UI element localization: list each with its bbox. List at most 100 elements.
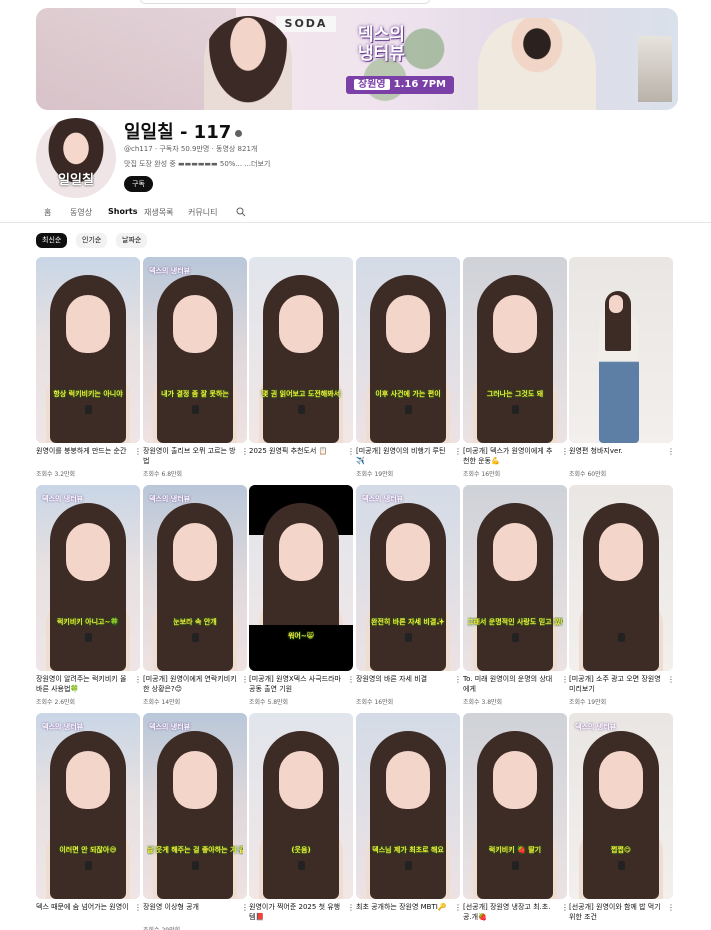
- short-thumbnail[interactable]: 그러나는 그것도 돼: [463, 257, 567, 443]
- channel-banner: SODA 덱스의 냉터뷰 장원영 1.16 7PM: [36, 8, 678, 110]
- short-thumbnail[interactable]: 덱스님 제가 최초로 해요: [356, 713, 460, 899]
- tab-community[interactable]: 커뮤니티: [188, 207, 217, 218]
- more-options-icon[interactable]: ⋮: [667, 675, 675, 685]
- short-card[interactable]: [미공개] 소주 광고 오면 장원영 미리보기 조회수 19만회 ⋮: [569, 485, 675, 706]
- short-card[interactable]: 원영편 청바지ver. 조회수 60만회 ⋮: [569, 257, 675, 478]
- short-title[interactable]: 최초 공개하는 장원영 MBTI🔑: [356, 902, 450, 912]
- short-card[interactable]: 덱스의 냉터뷰 쩝쩝😋 [선공개] 원영이와 함께 밥 먹기 위한 조건 ⋮: [569, 713, 675, 930]
- channel-description[interactable]: 맛집 도장 완성 중 ▬▬▬▬▬▬ 50%... ...더보기: [124, 159, 270, 169]
- chip-popular[interactable]: 인기순: [76, 233, 108, 248]
- short-card[interactable]: 몇 권 읽어보고 도전해봐서 2025 원영픽 추천도서 📋 ⋮: [249, 257, 355, 475]
- short-title[interactable]: 장원영 이상형 공개: [143, 902, 237, 912]
- short-thumbnail[interactable]: 덱스의 냉터뷰 눈보라 속 안개: [143, 485, 247, 671]
- more-options-icon[interactable]: ⋮: [241, 675, 249, 685]
- short-card[interactable]: 그래서 운명적인 사랑도 믿고 있어 To. 미래 원영이의 운명의 상대에게조회…: [463, 485, 569, 706]
- short-thumbnail[interactable]: [569, 485, 673, 671]
- short-thumbnail[interactable]: 몇 권 읽어보고 도전해봐서: [249, 257, 353, 443]
- more-options-icon[interactable]: ⋮: [134, 675, 142, 685]
- avatar-caption: 일일칠: [58, 173, 94, 188]
- short-title[interactable]: 장원영의 바른 자세 비결: [356, 674, 450, 684]
- short-views: 조회수 16만회: [463, 471, 501, 478]
- short-thumbnail[interactable]: [569, 257, 673, 443]
- more-options-icon[interactable]: ⋮: [561, 675, 569, 685]
- short-views: 조회수 3.8만회: [463, 699, 503, 706]
- tab-videos[interactable]: 동영상: [70, 207, 92, 218]
- short-card[interactable]: 덱스의 냉터뷰 눈보라 속 안개 [미공개] 원영이에게 연락키비키한 상황은?😊 조…: [143, 485, 249, 706]
- short-caption: 그러나는 그것도 돼: [486, 390, 544, 398]
- short-card[interactable]: (웃음) 원영이가 찍어준 2025 첫 유행템📕 ⋮: [249, 713, 355, 930]
- subscribe-button[interactable]: 구독: [124, 176, 153, 192]
- tab-playlists[interactable]: 재생목록: [144, 207, 173, 218]
- short-thumbnail[interactable]: 덱스의 냉터뷰 럭키비키 아니고~🍀: [36, 485, 140, 671]
- more-options-icon[interactable]: ⋮: [347, 903, 355, 913]
- short-card[interactable]: 항상 럭키비키는 아니야 원영이를 붕붕하게 만드는 순간 조회수 3.2만회 ⋮: [36, 257, 142, 478]
- channel-title: 일일칠 - 117: [124, 118, 243, 144]
- short-title[interactable]: 원영이를 붕붕하게 만드는 순간: [36, 446, 130, 456]
- short-title[interactable]: 원영이가 찍어준 2025 첫 유행템📕: [249, 902, 343, 922]
- chip-oldest[interactable]: 날짜순: [116, 233, 148, 248]
- more-options-icon[interactable]: ⋮: [134, 903, 142, 913]
- short-title[interactable]: 장원영이 출리브 오뮈 고르는 방법: [143, 446, 237, 466]
- short-views: 조회수 6.8만회: [143, 471, 183, 478]
- short-title[interactable]: 장원영이 알려주는 럭키비키 올바른 사용법🍀: [36, 674, 130, 694]
- short-title[interactable]: [미공개] 원영이에게 연락키비키한 상황은?😊: [143, 674, 237, 694]
- more-options-icon[interactable]: ⋮: [241, 447, 249, 457]
- short-thumbnail[interactable]: 럭키비키 🍓 딸기: [463, 713, 567, 899]
- short-title[interactable]: 덱스 때문에 숨 넘어가는 원영이: [36, 902, 130, 912]
- short-card[interactable]: 덱스의 냉터뷰 내가 결정 좀 잘 못하는장원영이 출리브 오뮈 고르는 방법조회…: [143, 257, 249, 478]
- short-thumbnail[interactable]: 덱스의 냉터뷰 내가 결정 좀 잘 못하는: [143, 257, 247, 443]
- tab-shorts[interactable]: Shorts: [108, 207, 137, 216]
- short-card[interactable]: 워어~😸 [미공개] 원영X덱스 사극드라마 공동 출연 기원 조회수 5.8만회 ⋮: [249, 485, 355, 706]
- banner-logo: 덱스의 냉터뷰: [358, 25, 405, 64]
- search-icon[interactable]: [236, 207, 246, 217]
- short-card[interactable]: 덱스의 냉터뷰 이러면 안 되잖아😅 덱스 때문에 숨 넘어가는 원영이 ⋮: [36, 713, 142, 930]
- avatar[interactable]: 일일칠: [36, 118, 116, 198]
- more-options-icon[interactable]: ⋮: [454, 447, 462, 457]
- short-title[interactable]: [선공개] 원영이와 함께 밥 먹기 위한 조건: [569, 902, 663, 922]
- short-thumbnail[interactable]: 덱스의 냉터뷰 날 웃게 해주는 걸 좋아하는 거 같아: [143, 713, 247, 899]
- short-thumbnail[interactable]: 그래서 운명적인 사랑도 믿고 있어: [463, 485, 567, 671]
- more-options-icon[interactable]: ⋮: [347, 675, 355, 685]
- short-thumbnail[interactable]: 덱스의 냉터뷰 완전히 바른 자세 비결✨: [356, 485, 460, 671]
- short-title[interactable]: [미공개] 덱스가 원영이에게 추천한 운동💪: [463, 446, 557, 466]
- short-card[interactable]: 그러나는 그것도 돼 [미공개] 덱스가 원영이에게 추천한 운동💪 조회수 16만…: [463, 257, 569, 478]
- short-thumbnail[interactable]: 덱스의 냉터뷰 이러면 안 되잖아😅: [36, 713, 140, 899]
- banner-tower: [638, 36, 672, 102]
- short-title[interactable]: [선공개] 장원영 냉장고 최.초.공.개🍓: [463, 902, 557, 922]
- short-views: 조회수 60만회: [569, 471, 607, 478]
- short-title[interactable]: To. 미래 원영이의 운명의 상대에게: [463, 674, 557, 694]
- short-thumbnail[interactable]: 덱스의 냉터뷰 쩝쩝😋: [569, 713, 673, 899]
- more-options-icon[interactable]: ⋮: [134, 447, 142, 457]
- short-card[interactable]: 럭키비키 🍓 딸기 [선공개] 장원영 냉장고 최.초.공.개🍓 ⋮: [463, 713, 569, 930]
- short-title[interactable]: [미공개] 원영X덱스 사극드라마 공동 출연 기원: [249, 674, 343, 694]
- short-caption: 쩝쩝😋: [610, 846, 632, 854]
- short-thumbnail[interactable]: 워어~😸: [249, 485, 353, 671]
- short-thumbnail[interactable]: 항상 럭키비키는 아니야: [36, 257, 140, 443]
- more-options-icon[interactable]: ⋮: [454, 675, 462, 685]
- short-card[interactable]: 덱스의 냉터뷰 럭키비키 아니고~🍀 장원영이 알려주는 럭키비키 올바른 사용법🍀…: [36, 485, 142, 706]
- more-options-icon[interactable]: ⋮: [347, 447, 355, 457]
- short-card[interactable]: 덱스의 냉터뷰 완전히 바른 자세 비결✨ 장원영의 바른 자세 비결 조회수 16만…: [356, 485, 462, 706]
- short-title[interactable]: 원영편 청바지ver.: [569, 446, 663, 456]
- chip-latest[interactable]: 최신순: [36, 233, 68, 248]
- more-options-icon[interactable]: ⋮: [561, 903, 569, 913]
- short-card[interactable]: 이후 사건에 가는 편이 [미공개] 원영이의 비행기 루틴 ✈️ 조회수 19만회…: [356, 257, 462, 478]
- short-views: 조회수 2.6만회: [36, 699, 76, 706]
- short-title[interactable]: [미공개] 소주 광고 오면 장원영 미리보기: [569, 674, 663, 694]
- short-caption: (웃음): [291, 846, 311, 854]
- more-options-icon[interactable]: ⋮: [241, 903, 249, 913]
- short-title[interactable]: 2025 원영픽 추천도서 📋: [249, 446, 343, 456]
- show-logo-badge: 덱스의 냉터뷰: [362, 495, 404, 503]
- show-logo-badge: 덱스의 냉터뷰: [149, 267, 191, 275]
- more-options-icon[interactable]: ⋮: [561, 447, 569, 457]
- search-bar-edge[interactable]: [140, 0, 430, 4]
- short-card[interactable]: 덱스의 냉터뷰날 웃게 해주는 걸 좋아하는 거 같아장원영 이상형 공개조회수…: [143, 713, 249, 930]
- short-title[interactable]: [미공개] 원영이의 비행기 루틴 ✈️: [356, 446, 450, 466]
- more-options-icon[interactable]: ⋮: [454, 903, 462, 913]
- short-thumbnail[interactable]: 이후 사건에 가는 편이: [356, 257, 460, 443]
- tab-home[interactable]: 홈: [44, 207, 51, 218]
- short-thumbnail[interactable]: (웃음): [249, 713, 353, 899]
- more-options-icon[interactable]: ⋮: [667, 447, 675, 457]
- short-card[interactable]: 덱스님 제가 최초로 해요최초 공개하는 장원영 MBTI🔑 ⋮: [356, 713, 462, 930]
- more-options-icon[interactable]: ⋮: [667, 903, 675, 913]
